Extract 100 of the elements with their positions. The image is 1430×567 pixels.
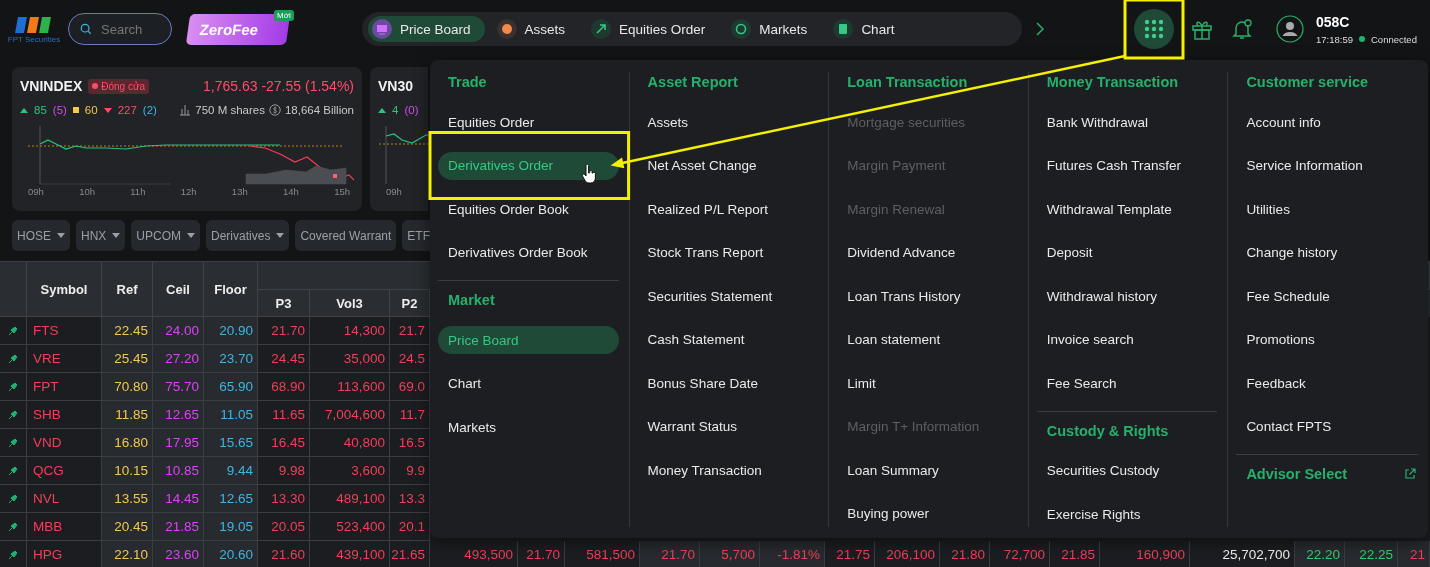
table-cell: 5,700 — [700, 541, 760, 567]
menu-item[interactable]: Buying power — [837, 499, 1018, 528]
avatar-icon[interactable] — [1276, 15, 1304, 43]
menu-item[interactable]: Limit — [837, 369, 1018, 397]
table-cell: 9.44 — [204, 457, 258, 485]
menu-item[interactable]: Withdrawal Template — [1036, 195, 1218, 223]
menu-item[interactable]: Promotions — [1236, 325, 1418, 354]
market-filter-button[interactable]: HNX — [76, 220, 126, 251]
menu-item[interactable]: Loan Summary — [837, 456, 1018, 484]
menu-item[interactable]: Money Transaction — [637, 456, 819, 484]
menu-item[interactable]: Equities Order — [438, 108, 619, 136]
menu-item[interactable]: Loan statement — [837, 325, 1018, 354]
menu-item[interactable]: Service Information — [1236, 151, 1418, 180]
menu-item[interactable]: Warrant Status — [637, 412, 819, 441]
menu-item[interactable]: Change history — [1236, 238, 1418, 267]
nav-tab[interactable]: Chart — [829, 16, 909, 42]
menu-item[interactable]: Derivatives Order Book — [438, 238, 619, 267]
menu-item[interactable]: Net Asset Change — [637, 151, 819, 180]
table-cell: 21.80 — [940, 541, 990, 567]
column-header: Floor — [204, 262, 258, 317]
market-filter-button[interactable]: HOSE — [12, 220, 70, 251]
square-icon — [72, 107, 79, 113]
up-triangle-icon — [20, 107, 28, 113]
menu-item[interactable]: Chart — [438, 369, 619, 398]
menu-item[interactable]: Securities Custody — [1036, 456, 1218, 485]
unchanged-count: 60 — [84, 104, 98, 116]
column-header: Ceil — [153, 262, 204, 317]
nav-tab[interactable]: Price Board — [368, 16, 485, 42]
pin-icon — [9, 522, 17, 531]
table-cell: 25.45 — [102, 345, 153, 373]
floor-count: (2) — [142, 104, 157, 116]
table-cell: 206,100 — [875, 541, 940, 567]
menu-item[interactable]: Bank Withdrawal — [1036, 108, 1218, 136]
menu-section-title: Asset Report — [647, 73, 739, 92]
apps-menu-button[interactable] — [1134, 9, 1174, 49]
bell-icon[interactable] — [1230, 17, 1254, 41]
market-filter-button[interactable]: Derivatives — [206, 220, 290, 251]
nav-tab[interactable]: Assets — [492, 16, 580, 42]
menu-item[interactable]: Withdrawal history — [1036, 282, 1218, 310]
pin-icon — [9, 382, 17, 391]
table-cell: 10.15 — [102, 457, 153, 485]
index-value: 1,765.63 -27.55 (1.54%) — [203, 78, 354, 94]
table-cell: 13.55 — [102, 485, 153, 513]
menu-item[interactable]: Invoice search — [1036, 325, 1218, 354]
menu-item[interactable]: Fee Search — [1036, 369, 1218, 397]
menu-section-title: Loan Transaction — [847, 73, 969, 92]
index-name: VN30 — [378, 78, 414, 94]
table-cell: 21 — [1398, 541, 1430, 567]
menu-item[interactable]: Assets — [637, 108, 819, 136]
table-cell: 15.65 — [204, 429, 258, 457]
table-cell: 20.60 — [204, 541, 258, 567]
axis-tick-label: 09h — [28, 186, 44, 197]
menu-item[interactable]: Dividend Advance — [837, 238, 1018, 267]
nav-tab[interactable]: Equities Order — [587, 16, 720, 42]
menu-item[interactable]: Account info — [1236, 108, 1418, 136]
pin-icon — [9, 550, 17, 559]
advances-count: 85 — [34, 104, 47, 116]
menu-item[interactable]: Exercise Rights — [1036, 500, 1218, 528]
menu-item: Margin T+ Information — [837, 412, 1018, 441]
table-cell: 12.65 — [204, 485, 258, 513]
menu-item[interactable]: Deposit — [1036, 238, 1218, 267]
menu-item[interactable]: Price Board — [438, 326, 619, 354]
turnover-text: 18,664 Billion — [284, 104, 354, 116]
nav-tab[interactable]: Markets — [727, 16, 822, 42]
menu-item[interactable]: Equities Order Book — [438, 195, 619, 223]
table-cell: 21.75 — [825, 541, 875, 567]
external-link-icon — [1404, 468, 1417, 480]
column-header: Vol3 — [310, 290, 390, 317]
ceiling-count: (5) — [52, 104, 67, 116]
menu-item[interactable]: Futures Cash Transfer — [1036, 151, 1218, 180]
market-filter-button[interactable]: Covered Warrant — [295, 220, 397, 251]
table-cell: 75.70 — [153, 373, 204, 401]
menu-item[interactable]: Securities Statement — [637, 282, 819, 310]
menu-item[interactable]: Stock Trans Report — [637, 238, 819, 267]
table-cell: 24.00 — [153, 317, 204, 345]
table-cell: 22.20 — [1295, 541, 1345, 567]
menu-section-title: Market — [448, 291, 496, 310]
menu-item[interactable]: Markets — [438, 413, 619, 441]
menu-item[interactable]: Cash Statement — [637, 325, 819, 354]
table-cell: 439,100 — [310, 541, 390, 567]
volume-text: 750 M shares — [195, 104, 265, 116]
table-cell: 72,700 — [990, 541, 1050, 567]
menu-item[interactable]: Loan Trans History — [837, 282, 1018, 310]
table-cell: 11.05 — [204, 401, 258, 429]
search-field[interactable]: Search — [68, 13, 172, 45]
menu-item[interactable]: Utilities — [1236, 195, 1418, 223]
menu-item[interactable]: Contact FPTS — [1236, 412, 1418, 441]
table-cell: -1.81% — [760, 541, 825, 567]
connection-status: Connected — [1371, 33, 1417, 45]
advisor-link[interactable]: Advisor Select — [1246, 464, 1417, 484]
menu-item[interactable]: Fee Schedule — [1236, 282, 1418, 310]
axis-tick-label: 09h — [386, 186, 402, 197]
pin-icon — [9, 326, 17, 335]
market-status-badge: Đóng cửa — [88, 78, 150, 94]
menu-item[interactable]: Realized P/L Report — [637, 195, 819, 223]
document-icon — [833, 19, 854, 39]
menu-item[interactable]: Bonus Share Date — [637, 369, 819, 397]
market-filter-button[interactable]: UPCOM — [131, 220, 201, 251]
globe-icon — [731, 19, 752, 39]
menu-item[interactable]: Feedback — [1236, 369, 1418, 397]
